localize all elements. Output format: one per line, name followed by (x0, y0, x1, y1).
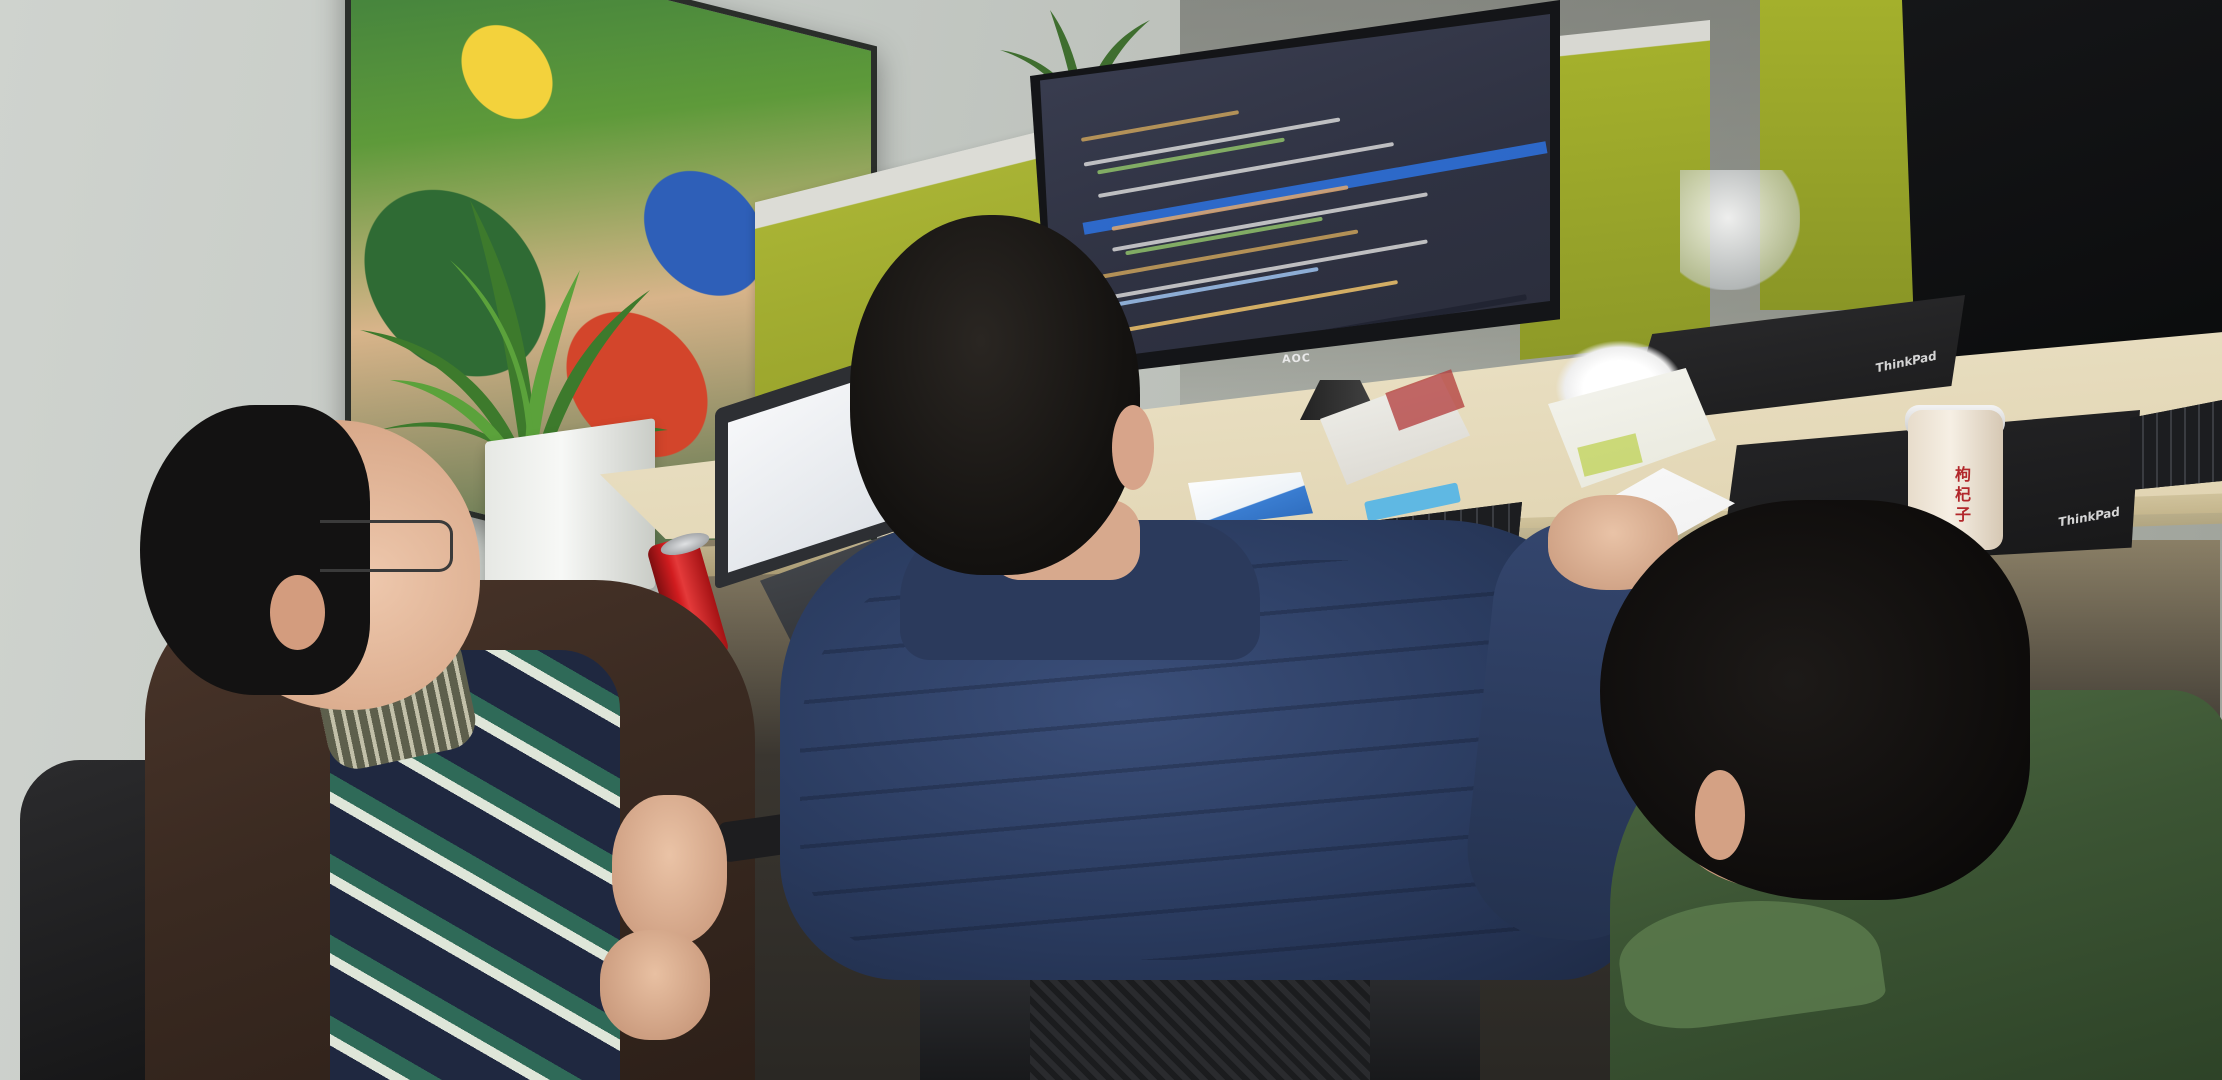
person-middle-head (850, 215, 1140, 575)
monitor-brand-label: AOC (1281, 351, 1312, 366)
jar-label: 枸杞子 (1955, 465, 1972, 524)
person-left-hand (612, 795, 727, 945)
person-middle-ear (1112, 405, 1154, 490)
person-left-glasses (320, 520, 453, 572)
laptop-brand-label: ThinkPad (2057, 504, 2121, 530)
person-right-ear (1695, 770, 1745, 860)
person-left-hand (600, 930, 710, 1040)
plastic-bag (1680, 170, 1800, 290)
person-left-ear (270, 575, 325, 650)
laptop-brand-label: ThinkPad (1874, 348, 1938, 376)
office-photo: AOC ThinkPad ThinkPad 枸杞子 (0, 0, 2222, 1080)
